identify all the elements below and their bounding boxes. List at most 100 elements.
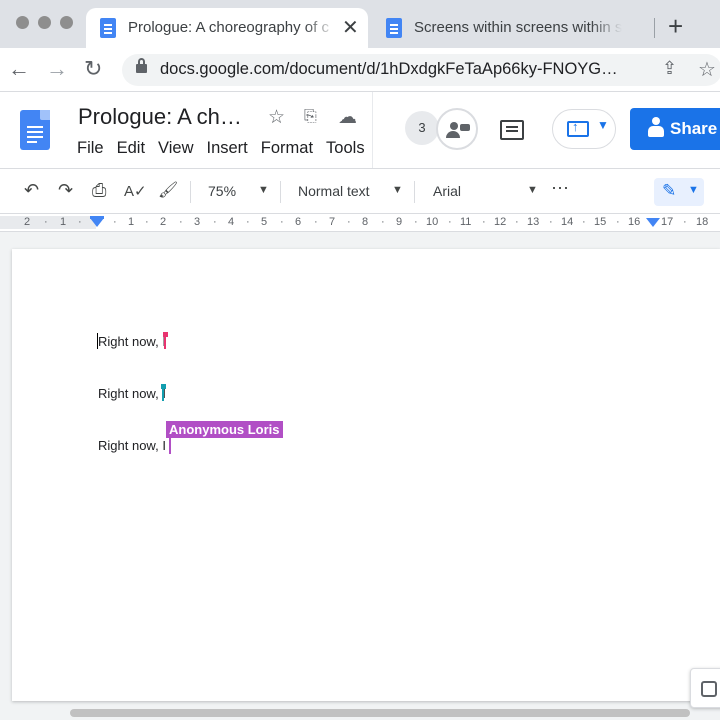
- explore-button[interactable]: [690, 668, 720, 708]
- url-text[interactable]: docs.google.com/document/d/1hDxdgkFeTaAp…: [160, 60, 618, 79]
- paint-format-icon[interactable]: 🖌: [158, 180, 178, 200]
- ruler-tick: 10: [426, 216, 439, 228]
- move-folder-icon[interactable]: ⎘: [304, 108, 317, 126]
- document-title[interactable]: Prologue: A ch…: [78, 104, 242, 130]
- address-bar[interactable]: docs.google.com/document/d/1hDxdgkFeTaAp…: [122, 54, 720, 86]
- share-label: Share: [670, 119, 718, 138]
- collaborator-cursor: [169, 438, 171, 454]
- ruler-tick: 8: [362, 216, 369, 228]
- forward-icon[interactable]: →: [46, 56, 68, 82]
- document-canvas: Right now, I Right now, I Anonymous Lori…: [0, 233, 720, 720]
- ruler-tick: 5: [261, 216, 268, 228]
- ruler-tick: ·: [482, 216, 486, 228]
- ruler[interactable]: 2 · 1 · · 1 · 2 · 3 · 4 · 5 · 6 · 7 · 8 …: [0, 214, 720, 232]
- comment-history-icon[interactable]: [500, 120, 524, 140]
- horizontal-scrollbar[interactable]: [70, 709, 690, 717]
- reload-icon[interactable]: ↻: [84, 56, 102, 82]
- header-divider: [372, 92, 373, 168]
- people-icon: [450, 122, 458, 130]
- ruler-tick: ·: [381, 216, 385, 228]
- minimize-window-button[interactable]: [38, 16, 51, 29]
- people-icon-body: [446, 131, 460, 138]
- star-icon[interactable]: ☆: [268, 106, 285, 129]
- paragraph-style-select[interactable]: Normal text: [298, 183, 370, 199]
- collaborator-cursor: [163, 332, 168, 349]
- tab-title: Prologue: A choreography of c: [128, 19, 329, 36]
- print-icon[interactable]: ⎙: [92, 180, 106, 201]
- pencil-icon: ✎: [662, 181, 677, 200]
- ruler-tick: ·: [44, 216, 48, 228]
- cloud-status-icon[interactable]: ☁: [338, 106, 357, 129]
- right-indent-marker[interactable]: [646, 218, 660, 227]
- menu-format[interactable]: Format: [261, 139, 313, 157]
- menu-edit[interactable]: Edit: [117, 139, 145, 157]
- chevron-down-icon: ▼: [597, 118, 609, 132]
- chevron-down-icon[interactable]: ▼: [392, 184, 403, 196]
- chevron-down-icon[interactable]: ▼: [527, 184, 538, 196]
- ruler-tick: ·: [314, 216, 318, 228]
- docs-home-logo[interactable]: [20, 110, 50, 150]
- text-line[interactable]: Right now, I: [98, 386, 166, 401]
- close-window-button[interactable]: [16, 16, 29, 29]
- tab-title: Screens within screens within s: [414, 19, 622, 36]
- left-indent-marker[interactable]: [90, 218, 104, 227]
- toolbar-divider: [280, 181, 281, 203]
- bookmark-star-icon[interactable]: ☆: [698, 57, 716, 82]
- lock-icon[interactable]: [136, 58, 147, 73]
- ruler-tick: 6: [295, 216, 302, 228]
- ruler-tick: 16: [628, 216, 641, 228]
- zoom-select[interactable]: 75%: [208, 183, 236, 199]
- ruler-tick: 11: [460, 216, 472, 228]
- browser-toolbar: ← → ↻ docs.google.com/document/d/1hDxdgk…: [0, 48, 720, 92]
- chevron-down-icon[interactable]: ▼: [258, 184, 269, 196]
- editing-mode-button[interactable]: ✎ ▼: [654, 178, 704, 206]
- more-options-icon[interactable]: ⋯: [551, 178, 569, 199]
- ruler-tick: ·: [246, 216, 250, 228]
- share-button[interactable]: Share: [630, 108, 720, 150]
- new-tab-button[interactable]: +: [668, 11, 683, 42]
- ruler-tick: ·: [347, 216, 351, 228]
- toolbar-divider: [414, 181, 415, 203]
- menu-file[interactable]: File: [77, 139, 104, 157]
- ruler-tick: 4: [228, 216, 235, 228]
- ruler-tick: ·: [515, 216, 519, 228]
- ruler-tick: 2: [160, 216, 167, 228]
- collaborators-button[interactable]: [436, 108, 478, 150]
- spellcheck-icon[interactable]: A✓: [124, 182, 147, 200]
- present-screen-icon: [567, 119, 589, 137]
- docs-header: Prologue: A ch… ☆ ⎘ ☁ File Edit View Insert…: [0, 92, 720, 168]
- close-tab-icon[interactable]: ✕: [342, 15, 359, 40]
- undo-icon[interactable]: ↶: [24, 180, 39, 201]
- ruler-tick: 3: [194, 216, 201, 228]
- menu-tools[interactable]: Tools: [326, 139, 365, 157]
- maximize-window-button[interactable]: [60, 16, 73, 29]
- present-button[interactable]: ▼: [552, 109, 616, 149]
- share-page-icon[interactable]: ⇪: [662, 58, 677, 79]
- ruler-tick: ·: [113, 216, 117, 228]
- menu-view[interactable]: View: [158, 139, 193, 157]
- browser-tab-strip: Prologue: A choreography of c ✕ Screens …: [0, 0, 720, 48]
- text-line[interactable]: Right now, I: [98, 438, 166, 453]
- ruler-tick: ·: [448, 216, 452, 228]
- document-page[interactable]: Right now, I Right now, I Anonymous Lori…: [12, 249, 720, 701]
- back-icon[interactable]: ←: [8, 56, 30, 82]
- redo-icon[interactable]: ↷: [58, 180, 73, 201]
- tab-prologue[interactable]: Prologue: A choreography of c ✕: [86, 8, 368, 48]
- ruler-tick: ·: [414, 216, 418, 228]
- text-line[interactable]: Right now, I: [98, 334, 166, 349]
- ruler-tick: 9: [396, 216, 403, 228]
- lock-person-icon: [648, 117, 664, 137]
- ruler-tick: 12: [494, 216, 507, 228]
- tab-screens[interactable]: Screens within screens within s: [372, 8, 654, 48]
- ruler-tick: 15: [594, 216, 607, 228]
- collaborator-count[interactable]: 3: [405, 111, 439, 145]
- formatting-toolbar: ↶ ↷ ⎙ A✓ 🖌 75% ▼ Normal text ▼ Arial ▼ ⋯…: [0, 168, 720, 214]
- chat-bubble-icon: [460, 124, 470, 131]
- ruler-tick: ·: [549, 216, 553, 228]
- ruler-tick: ·: [582, 216, 586, 228]
- menu-insert[interactable]: Insert: [207, 139, 248, 157]
- collaborator-name-flag: Anonymous Loris: [166, 421, 283, 438]
- ruler-tick: 1: [60, 216, 67, 228]
- font-family-select[interactable]: Arial: [433, 183, 461, 199]
- ruler-tick: ·: [683, 216, 687, 228]
